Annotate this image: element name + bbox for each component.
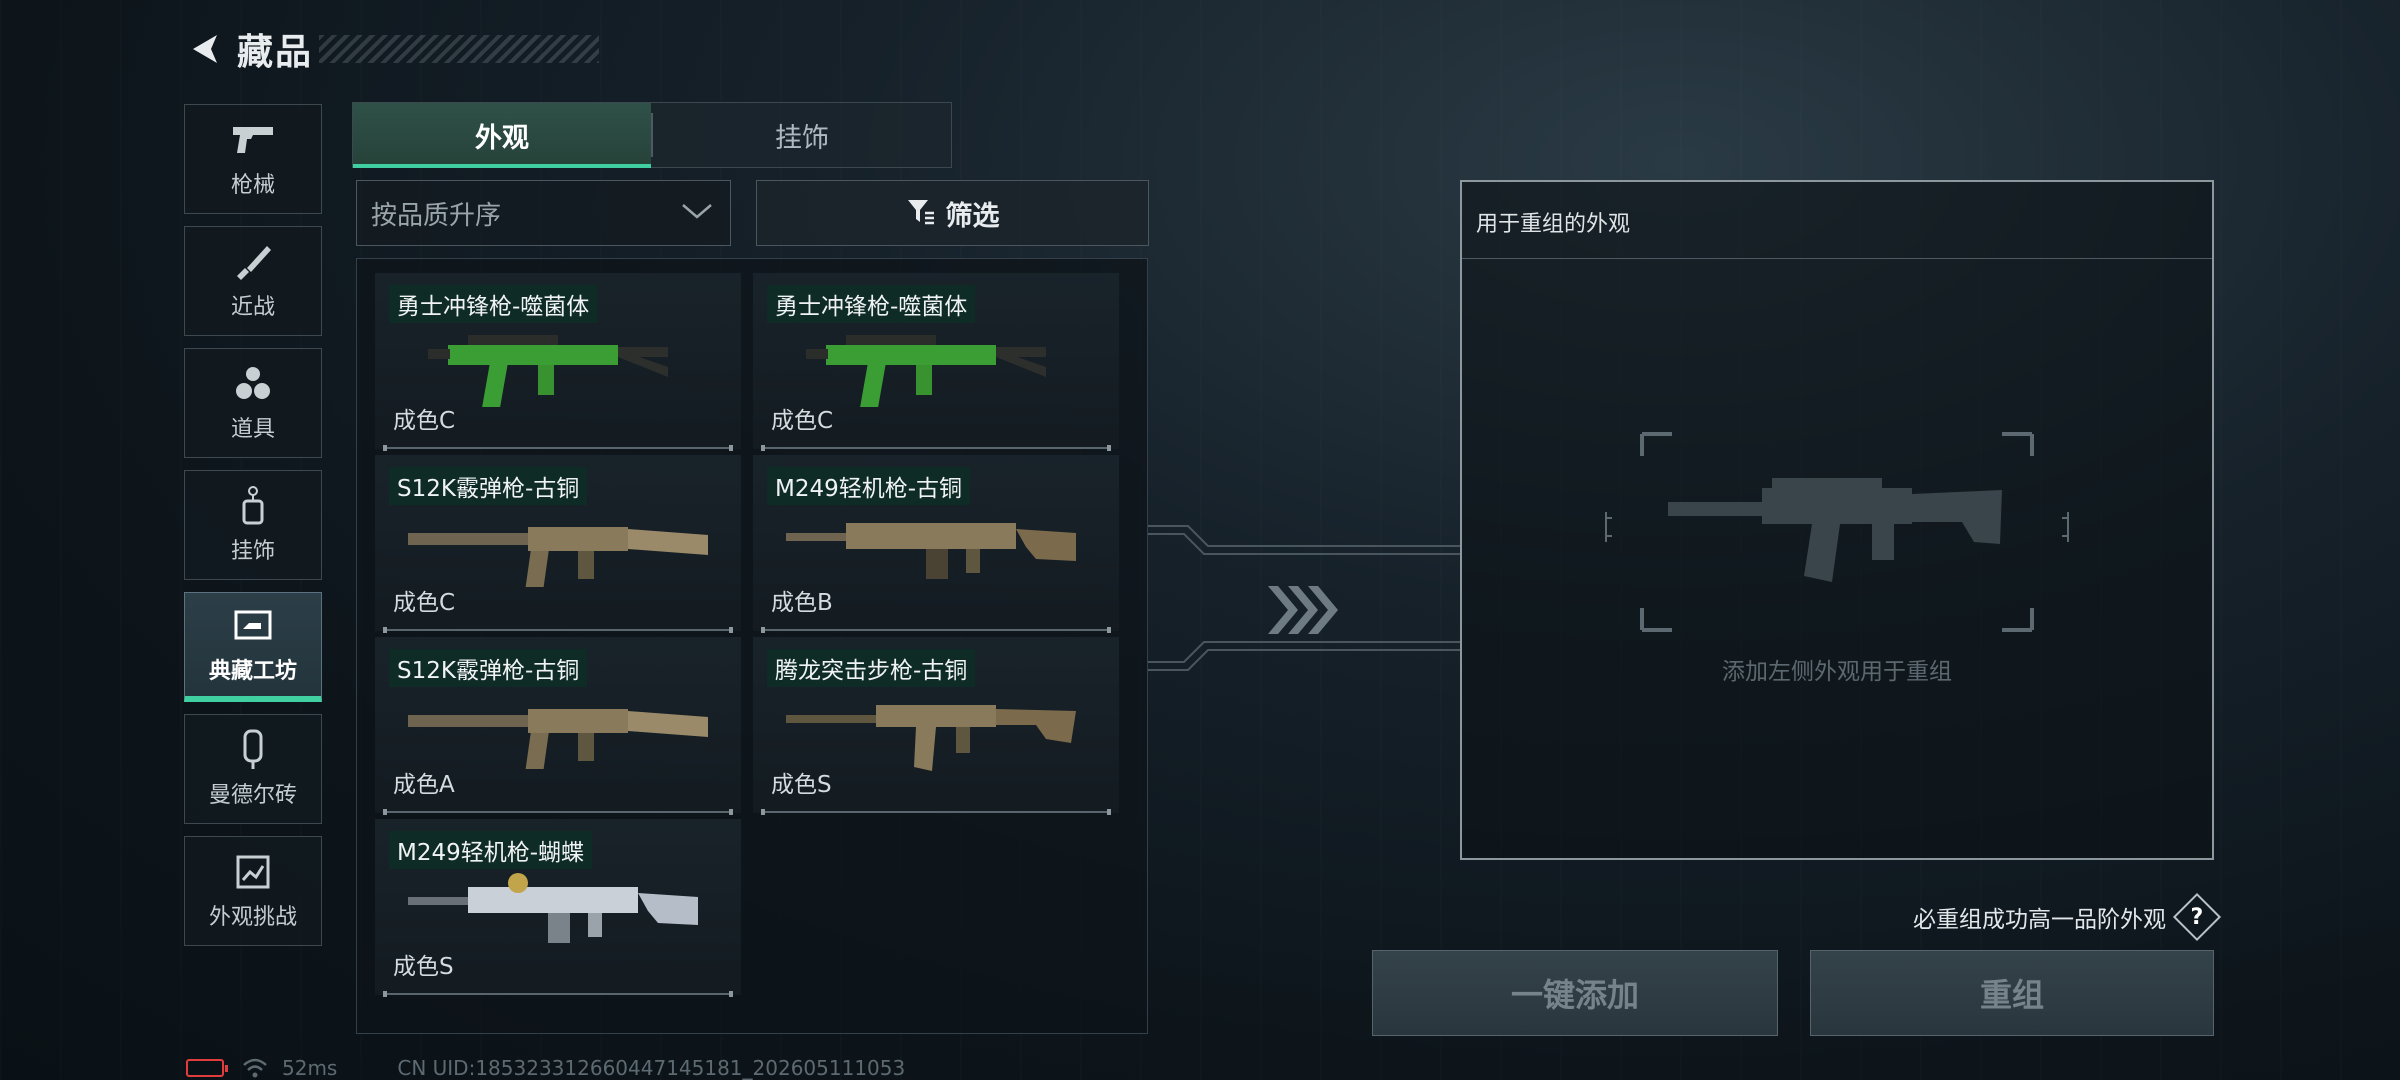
tab-bar: 外观 挂饰 bbox=[352, 102, 952, 168]
skin-name: S12K霰弹枪-古铜 bbox=[389, 467, 588, 505]
grenade-icon bbox=[233, 363, 273, 405]
rail-item-label: 枪械 bbox=[230, 173, 275, 198]
rail-item-label: 道具 bbox=[230, 417, 275, 442]
rail-item-label: 曼德尔砖 bbox=[208, 783, 297, 808]
skin-grade: 成色C bbox=[771, 408, 834, 434]
one-click-add-button[interactable]: 一键添加 bbox=[1372, 950, 1778, 1036]
skin-grade: 成色A bbox=[393, 772, 455, 798]
rail-item-label: 近战 bbox=[230, 295, 275, 320]
skin-name: 腾龙突击步枪-古铜 bbox=[767, 649, 976, 687]
filter-label: 筛选 bbox=[945, 200, 1000, 232]
rail-item-props[interactable]: 道具 bbox=[184, 348, 322, 458]
user-uid: CN UID:185323312660447145181_20260511105… bbox=[397, 1056, 906, 1080]
card-divider bbox=[383, 809, 733, 815]
status-bar: 52ms CN UID:185323312660447145181_202605… bbox=[186, 1056, 905, 1080]
skin-grid: 勇士冲锋枪-噬菌体 成色C 勇士冲锋枪-噬菌体 成色C S12K霰弹枪-古铜 成… bbox=[356, 258, 1148, 1034]
recombine-hint: 添加左侧外观用于重组 bbox=[1722, 659, 1952, 685]
skin-card[interactable]: S12K霰弹枪-古铜 成色A bbox=[375, 637, 741, 815]
skin-grade: 成色S bbox=[771, 772, 832, 798]
title-decoration bbox=[319, 35, 600, 63]
wifi-icon bbox=[242, 1057, 268, 1079]
skin-name: M249轻机枪-蝴蝶 bbox=[389, 831, 593, 869]
skin-name: 勇士冲锋枪-噬菌体 bbox=[389, 285, 598, 323]
battery-icon bbox=[186, 1059, 228, 1077]
ping-value: 52ms bbox=[282, 1056, 338, 1080]
workshop-icon bbox=[233, 605, 273, 647]
pistol-icon bbox=[231, 119, 275, 161]
skin-name: 勇士冲锋枪-噬菌体 bbox=[767, 285, 976, 323]
rail-item-workshop[interactable]: 典藏工坊 bbox=[184, 592, 322, 702]
card-divider bbox=[383, 991, 733, 997]
card-divider bbox=[761, 627, 1111, 633]
empty-slot-rifle-icon[interactable] bbox=[1582, 432, 2092, 636]
rail-item-melee[interactable]: 近战 bbox=[184, 226, 322, 336]
rail-item-skin-challenge[interactable]: 外观挑战 bbox=[184, 836, 322, 946]
tab-appearance[interactable]: 外观 bbox=[353, 103, 651, 168]
filter-icon bbox=[906, 197, 936, 229]
skin-card[interactable]: 腾龙突击步枪-古铜 成色S bbox=[753, 637, 1119, 815]
charm-icon bbox=[238, 485, 268, 527]
skin-card[interactable]: S12K霰弹枪-古铜 成色C bbox=[375, 455, 741, 633]
bonus-text: 必重组成功高一品阶外观 bbox=[1913, 907, 2166, 933]
skin-grade: 成色C bbox=[393, 408, 456, 434]
back-arrow-icon[interactable] bbox=[185, 29, 225, 69]
rail-item-guns[interactable]: 枪械 bbox=[184, 104, 322, 214]
skin-card[interactable]: 勇士冲锋枪-噬菌体 成色C bbox=[375, 273, 741, 451]
rail-item-label: 外观挑战 bbox=[208, 905, 297, 930]
skin-name: M249轻机枪-古铜 bbox=[767, 467, 971, 505]
filter-button[interactable]: 筛选 bbox=[756, 180, 1149, 246]
card-divider bbox=[383, 445, 733, 451]
page-title: 藏品 bbox=[237, 32, 314, 73]
skin-card[interactable]: 勇士冲锋枪-噬菌体 成色C bbox=[753, 273, 1119, 451]
sort-label: 按品质升序 bbox=[371, 200, 502, 231]
panel-divider bbox=[1462, 258, 2212, 259]
skin-grade: 成色B bbox=[771, 590, 833, 616]
rail-item-label: 挂饰 bbox=[230, 539, 275, 564]
recombine-panel: 用于重组的外观 添加左侧外观用于重组 bbox=[1460, 180, 2214, 860]
recombine-bonus: 必重组成功高一品阶外观 ? bbox=[1913, 892, 2222, 942]
category-rail: 枪械 近战 道具 挂饰 典藏工坊 曼德尔砖 外观挑战 bbox=[184, 104, 322, 958]
header: 藏品 bbox=[185, 24, 600, 74]
brick-icon bbox=[241, 729, 265, 771]
skin-grade: 成色C bbox=[393, 590, 456, 616]
chevron-right-icon bbox=[1266, 580, 1340, 644]
help-icon[interactable]: ? bbox=[2172, 892, 2222, 942]
skin-card[interactable]: M249轻机枪-古铜 成色B bbox=[753, 455, 1119, 633]
challenge-icon bbox=[235, 851, 271, 893]
recombine-title: 用于重组的外观 bbox=[1476, 212, 1631, 237]
skin-grade: 成色S bbox=[393, 954, 454, 980]
card-divider bbox=[761, 809, 1111, 815]
card-divider bbox=[383, 627, 733, 633]
skin-card[interactable]: M249轻机枪-蝴蝶 成色S bbox=[375, 819, 741, 997]
chevron-down-icon bbox=[680, 201, 714, 225]
knife-icon bbox=[233, 241, 273, 283]
card-divider bbox=[761, 445, 1111, 451]
sort-dropdown[interactable]: 按品质升序 bbox=[356, 180, 731, 246]
skin-name: S12K霰弹枪-古铜 bbox=[389, 649, 588, 687]
rail-item-mandel-brick[interactable]: 曼德尔砖 bbox=[184, 714, 322, 824]
tab-charms[interactable]: 挂饰 bbox=[653, 103, 951, 167]
rail-item-charms[interactable]: 挂饰 bbox=[184, 470, 322, 580]
recombine-button[interactable]: 重组 bbox=[1810, 950, 2214, 1036]
help-label: ? bbox=[2190, 904, 2204, 930]
rail-item-label: 典藏工坊 bbox=[208, 658, 297, 684]
